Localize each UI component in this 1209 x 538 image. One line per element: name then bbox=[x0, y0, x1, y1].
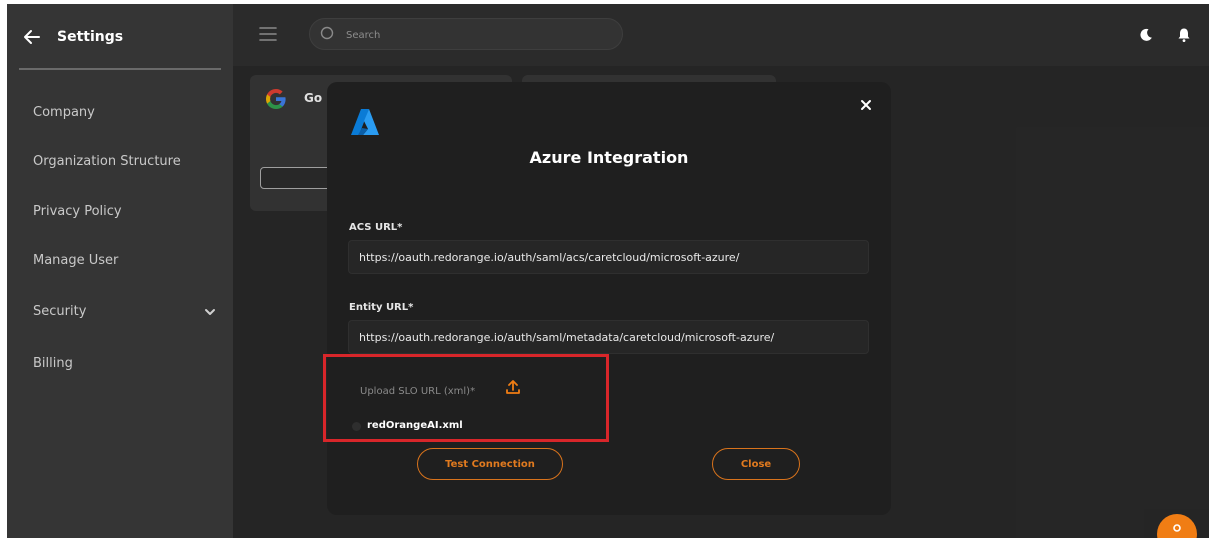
sidebar-item-security[interactable]: Security bbox=[33, 297, 218, 327]
close-icon[interactable] bbox=[859, 98, 873, 112]
azure-integration-modal: Azure Integration ACS URL* Entity URL* U… bbox=[327, 82, 891, 515]
app-window: Settings Company Organization Structure … bbox=[7, 4, 1209, 538]
acs-url-label: ACS URL* bbox=[349, 222, 403, 233]
sidebar-item-label: Company bbox=[33, 105, 95, 120]
sidebar-item-organization-structure[interactable]: Organization Structure bbox=[33, 147, 218, 177]
topbar bbox=[233, 4, 1209, 66]
search-icon bbox=[320, 26, 334, 40]
hamburger-icon[interactable] bbox=[259, 26, 277, 42]
sidebar-item-label: Organization Structure bbox=[33, 154, 181, 169]
settings-sidebar: Settings Company Organization Structure … bbox=[7, 4, 233, 538]
sidebar-item-label: Security bbox=[33, 304, 87, 319]
search-box[interactable] bbox=[309, 18, 623, 50]
sidebar-divider bbox=[19, 68, 221, 70]
entity-url-field[interactable] bbox=[348, 320, 869, 354]
sidebar-item-privacy-policy[interactable]: Privacy Policy bbox=[33, 197, 218, 227]
sidebar-item-label: Manage User bbox=[33, 253, 119, 268]
arrow-left-icon[interactable] bbox=[21, 26, 43, 48]
test-connection-button[interactable]: Test Connection bbox=[417, 448, 563, 480]
sidebar-item-company[interactable]: Company bbox=[33, 98, 218, 128]
modal-title: Azure Integration bbox=[529, 148, 689, 167]
sidebar-item-label: Privacy Policy bbox=[33, 204, 122, 219]
sidebar-item-manage-user[interactable]: Manage User bbox=[33, 246, 218, 276]
key-icon bbox=[1173, 524, 1181, 532]
bell-icon[interactable] bbox=[1177, 27, 1191, 43]
sidebar-item-billing[interactable]: Billing bbox=[33, 349, 218, 379]
entity-url-label: Entity URL* bbox=[349, 302, 414, 313]
chevron-down-icon[interactable] bbox=[204, 306, 216, 318]
azure-logo bbox=[351, 109, 379, 135]
search-input[interactable] bbox=[344, 24, 608, 46]
close-button[interactable]: Close bbox=[712, 448, 800, 480]
sidebar-title: Settings bbox=[57, 29, 124, 45]
sidebar-item-label: Billing bbox=[33, 356, 73, 371]
acs-url-field[interactable] bbox=[348, 240, 869, 274]
highlight-box bbox=[323, 354, 609, 442]
sidebar-header: Settings bbox=[7, 4, 233, 70]
moon-icon[interactable] bbox=[1139, 28, 1153, 42]
